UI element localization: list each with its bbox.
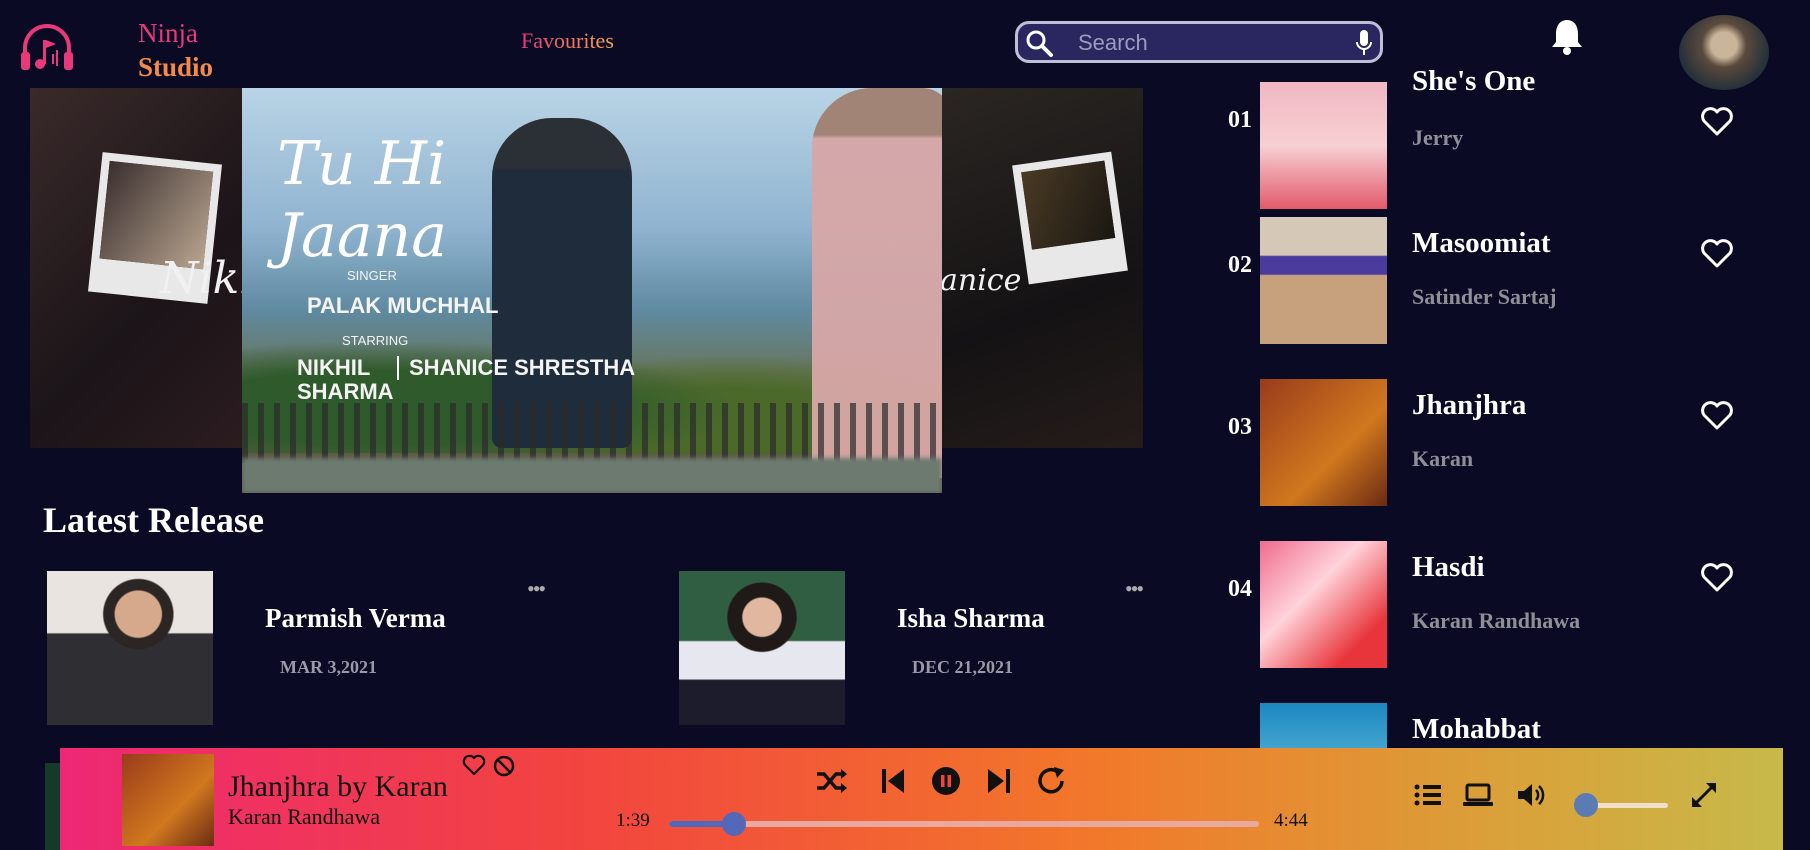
repeat-icon[interactable] (1035, 766, 1069, 796)
hero-star-2: SHANICE SHRESTHA (397, 356, 635, 380)
release-date: DEC 21,2021 (912, 657, 1014, 677)
heart-icon[interactable] (1700, 239, 1734, 269)
logo-headphones-icon[interactable] (18, 20, 76, 80)
volume-icon[interactable] (1516, 781, 1546, 809)
ban-icon[interactable] (492, 754, 516, 778)
more-icon[interactable]: ••• (1125, 576, 1144, 602)
carousel-slide-main[interactable]: Tu Hi Jaana SINGER PALAK MUCHHAL STARRIN… (242, 88, 942, 493)
player-total-time: 4:44 (1274, 810, 1308, 831)
release-thumbnail[interactable] (47, 571, 213, 725)
volume-handle[interactable] (1574, 793, 1598, 817)
progress-handle[interactable] (721, 812, 746, 836)
list-thumbnail[interactable] (1260, 541, 1387, 668)
list-title[interactable]: Masoomiat (1412, 227, 1551, 260)
heart-icon[interactable] (462, 754, 486, 776)
search-input[interactable]: Search (1078, 30, 1148, 56)
heart-icon[interactable] (1700, 107, 1734, 137)
list-rank: 02 (1228, 252, 1252, 278)
progress-bar[interactable] (669, 812, 1259, 836)
carousel-slide-right[interactable]: anice (940, 88, 1143, 448)
heart-icon[interactable] (1700, 401, 1734, 431)
player-artwork[interactable] (122, 754, 214, 846)
brand-line1: Ninja (138, 18, 198, 48)
hero-starring-label: STARRING (342, 333, 409, 348)
list-item[interactable]: 04 Hasdi Karan Randhawa (1220, 541, 1740, 671)
list-title[interactable]: Jhanjhra (1412, 389, 1526, 422)
player-track-title: Jhanjhra by Karan (228, 770, 448, 803)
hero-figure-man (492, 118, 632, 448)
player-current-time: 1:39 (616, 810, 650, 831)
volume-slider[interactable] (1574, 793, 1668, 817)
list-artist: Jerry (1412, 125, 1464, 150)
previous-icon[interactable] (876, 766, 910, 796)
list-item[interactable]: 02 Masoomiat Satinder Sartaj (1220, 217, 1740, 347)
release-artist[interactable]: Parmish Verma (265, 603, 446, 634)
list-item[interactable]: 01 She's One Jerry (1220, 55, 1740, 209)
release-thumbnail[interactable] (679, 571, 845, 725)
queue-icon[interactable] (1413, 781, 1443, 809)
hero-star-1: NIKHIL SHARMA (297, 355, 394, 404)
brand-line2: Studio (138, 52, 214, 82)
device-icon[interactable] (1463, 781, 1493, 809)
mic-icon[interactable] (1354, 28, 1374, 58)
list-artist: Satinder Sartaj (1412, 284, 1557, 309)
list-title[interactable]: Hasdi (1412, 551, 1485, 584)
carousel-slide-left[interactable]: Nikh (30, 88, 268, 448)
list-item[interactable]: 03 Jhanjhra Karan (1220, 379, 1740, 509)
list-thumbnail[interactable] (1260, 379, 1387, 506)
list-thumbnail[interactable] (1260, 217, 1387, 344)
list-rank: 04 (1228, 576, 1252, 602)
list-title[interactable]: Mohabbat (1412, 713, 1541, 746)
list-title[interactable]: She's One (1412, 65, 1535, 98)
next-icon[interactable] (982, 766, 1016, 796)
list-thumbnail[interactable] (1260, 82, 1387, 209)
release-artist[interactable]: Isha Sharma (897, 603, 1045, 634)
brand-name: Ninja Studio (138, 16, 213, 84)
shuffle-icon[interactable] (815, 766, 849, 796)
fullscreen-icon[interactable] (1690, 781, 1720, 809)
slide-right-script: anice (940, 263, 1022, 298)
list-rank: 01 (1228, 107, 1252, 133)
hero-singer-label: SINGER (347, 268, 397, 283)
list-artist: Karan (1412, 446, 1474, 471)
heart-icon[interactable] (1700, 563, 1734, 593)
player-artist: Karan Randhawa (228, 804, 381, 829)
hero-title: Tu Hi Jaana (277, 129, 448, 271)
pause-icon[interactable] (929, 766, 963, 796)
list-thumbnail[interactable] (1260, 703, 1387, 748)
list-item[interactable]: Mohabbat (1220, 703, 1740, 748)
bell-icon[interactable] (1550, 17, 1584, 55)
list-rank: 03 (1228, 414, 1252, 440)
list-artist: Karan Randhawa (1412, 608, 1581, 633)
hero-singer: PALAK MUCHHAL (307, 293, 499, 318)
polaroid-photo (1012, 151, 1128, 285)
nav-favourites[interactable]: Favourites (521, 28, 614, 54)
latest-release-heading: Latest Release (43, 500, 264, 540)
player-bar: Jhanjhra by Karan Karan Randhawa 1:39 4:… (60, 748, 1783, 850)
release-date: MAR 3,2021 (280, 657, 377, 677)
more-icon[interactable]: ••• (527, 576, 546, 602)
underlying-thumbnail-edge (45, 763, 61, 850)
search-icon[interactable] (1024, 28, 1054, 58)
